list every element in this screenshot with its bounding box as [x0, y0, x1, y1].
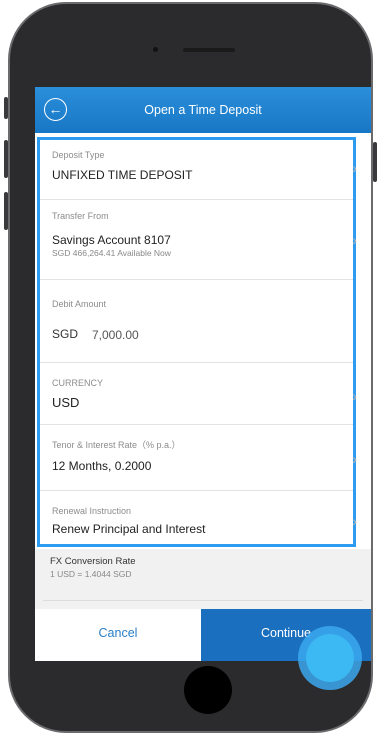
home-button[interactable]	[184, 666, 232, 714]
chevron-right-icon: ›	[352, 388, 357, 404]
transfer-from-label: Transfer From	[52, 211, 109, 221]
renewal-instruction-label: Renewal Instruction	[52, 506, 132, 516]
earpiece-speaker	[183, 48, 235, 52]
deposit-type-row[interactable]: Deposit Type UNFIXED TIME DEPOSIT ›	[40, 140, 357, 200]
chevron-right-icon: ›	[352, 232, 357, 248]
deposit-type-label: Deposit Type	[52, 150, 105, 160]
available-balance: SGD 466,264.41 Available Now	[52, 248, 171, 258]
chevron-right-icon: ›	[352, 513, 357, 529]
currency-row[interactable]: CURRENCY USD ›	[40, 363, 357, 425]
app-screen: Open a Time Deposit ← Deposit Type UNFIX…	[35, 87, 371, 661]
volume-up-button	[4, 140, 8, 178]
fx-rate-value: 1 USD = 1.4044 SGD	[50, 569, 132, 579]
transfer-from-row[interactable]: Transfer From Savings Account 8107 SGD 4…	[40, 200, 357, 280]
mute-switch	[4, 97, 8, 119]
tenor-rate-row[interactable]: Tenor & Interest Rate（% p.a.） 12 Months,…	[40, 425, 357, 491]
debit-amount-label: Debit Amount	[52, 299, 107, 309]
touch-indicator	[298, 626, 362, 690]
divider	[43, 600, 363, 601]
front-camera	[153, 47, 158, 52]
fx-rate-label: FX Conversion Rate	[50, 556, 136, 567]
page-title: Open a Time Deposit	[144, 103, 262, 117]
tenor-rate-label: Tenor & Interest Rate（% p.a.）	[52, 440, 181, 450]
renewal-instruction-row[interactable]: Renewal Instruction Renew Principal and …	[40, 491, 357, 544]
touch-indicator-core	[306, 634, 354, 682]
debit-amount-input[interactable]: 7,000.00	[92, 328, 139, 342]
debit-amount-row: Debit Amount SGD 7,000.00	[40, 280, 353, 363]
transfer-from-account: Savings Account 8107	[52, 233, 171, 247]
currency-label: CURRENCY	[52, 378, 104, 388]
renewal-instruction-value: Renew Principal and Interest	[52, 522, 206, 536]
back-arrow-icon[interactable]: ←	[44, 98, 67, 121]
debit-currency: SGD	[52, 327, 79, 341]
chevron-right-icon: ›	[352, 160, 357, 176]
deposit-form: Deposit Type UNFIXED TIME DEPOSIT › Tran…	[37, 137, 357, 547]
deposit-type-value: UNFIXED TIME DEPOSIT	[52, 168, 193, 182]
top-bar: Open a Time Deposit ←	[35, 87, 371, 133]
volume-down-button	[4, 192, 8, 230]
currency-value: USD	[52, 395, 80, 410]
tenor-rate-value: 12 Months, 0.2000	[52, 459, 152, 473]
cancel-button[interactable]: Cancel	[35, 609, 201, 661]
power-button	[373, 142, 377, 182]
chevron-right-icon: ›	[352, 451, 357, 467]
fx-rate-panel: FX Conversion Rate 1 USD = 1.4044 SGD	[35, 549, 371, 609]
